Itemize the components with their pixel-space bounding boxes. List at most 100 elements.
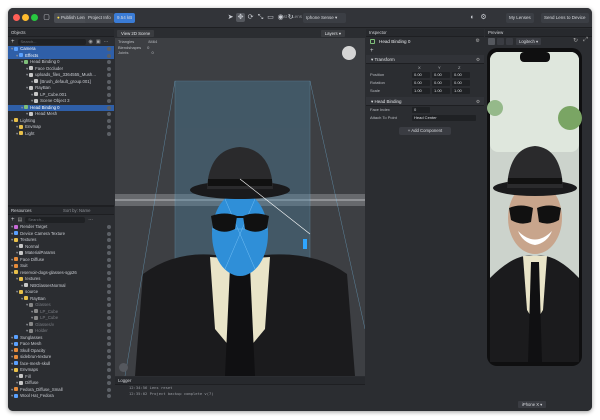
chevron-down-icon[interactable]: ▾ [11,231,13,236]
chevron-down-icon[interactable]: ▾ [26,302,28,307]
chevron-down-icon[interactable]: ▾ [26,72,28,77]
tree-item[interactable]: ▾ Light [8,131,114,138]
object-checkbox[interactable] [370,39,375,44]
position-y-field[interactable]: 0.00 [432,72,450,78]
chevron-down-icon[interactable]: ▾ [31,98,33,103]
theme-icon[interactable]: ◐ [468,13,477,22]
chevron-down-icon[interactable]: ▾ [21,59,23,64]
scale-tool-icon[interactable]: ⤡ [256,13,265,22]
visibility-icon[interactable] [107,316,111,320]
transform-section-header[interactable]: ▾ Transform ⚙ [366,55,484,64]
head-binding-menu-icon[interactable]: ⚙ [476,97,480,106]
chevron-down-icon[interactable]: ▾ [26,66,28,71]
position-x-field[interactable]: 0.00 [412,72,430,78]
chevron-down-icon[interactable]: ▾ [16,131,18,136]
visibility-icon[interactable] [107,270,111,275]
resources-search-input[interactable]: Search... [25,216,86,223]
visibility-icon[interactable] [107,335,111,340]
visibility-icon[interactable] [107,118,111,123]
chevron-down-icon[interactable]: ▾ [11,263,13,268]
add-object-icon[interactable]: + [11,39,15,45]
zoom-window-button[interactable] [31,14,38,21]
preview-camera-icon[interactable] [506,38,513,45]
chevron-down-icon[interactable]: ▾ [16,53,18,58]
scene-camera-icon[interactable] [119,363,128,372]
project-info-button[interactable]: Project Info [85,13,114,23]
visibility-icon[interactable] [107,60,111,64]
visibility-icon[interactable] [107,257,111,262]
chevron-down-icon[interactable]: ▾ [31,309,33,314]
visibility-icon[interactable] [107,361,111,366]
objects-search-input[interactable]: Search... [17,38,86,45]
visibility-icon[interactable] [107,303,111,307]
refresh-preview-icon[interactable]: ↻ [573,37,578,44]
lock-filter-icon[interactable]: ▣ [96,39,101,45]
chevron-down-icon[interactable]: ▾ [16,380,18,385]
visibility-icon[interactable] [107,296,111,301]
snapcode-icon[interactable]: ▢ [42,13,51,22]
visibility-icon[interactable] [107,66,111,71]
visibility-icon[interactable] [107,92,111,97]
chevron-down-icon[interactable]: ▾ [11,224,13,229]
resources-menu-icon[interactable]: ⋯ [88,217,93,223]
visibility-icon[interactable] [107,381,111,385]
visibility-icon[interactable] [107,387,111,392]
visibility-icon[interactable] [107,231,111,236]
chevron-down-icon[interactable]: ▾ [11,354,13,359]
visibility-icon[interactable] [107,99,111,103]
folder-icon[interactable]: ▤ [18,217,23,223]
add-icon[interactable]: + [366,47,484,55]
visibility-icon[interactable] [107,329,111,333]
chevron-down-icon[interactable]: ▾ [11,348,13,353]
visibility-icon[interactable] [107,79,111,84]
visibility-icon[interactable] [107,244,111,249]
objects-menu-icon[interactable]: ⋯ [104,39,109,45]
preview-video-icon[interactable] [497,38,504,45]
chevron-down-icon[interactable]: ▾ [21,283,23,288]
chevron-down-icon[interactable]: ▾ [11,335,13,340]
rotation-y-field[interactable]: 0.00 [432,80,450,86]
chevron-down-icon[interactable]: ▾ [26,85,28,90]
visibility-icon[interactable] [107,342,111,346]
rotate-tool-icon[interactable]: ⟳ [246,13,255,22]
chevron-down-icon[interactable]: ▾ [11,367,13,372]
head-binding-section-header[interactable]: ▾ Head Binding ⚙ [366,97,484,106]
visibility-icon[interactable] [107,73,111,77]
attach-point-select[interactable]: Head Center [412,115,476,121]
close-window-button[interactable] [13,14,20,21]
refresh-icon[interactable]: ↻ [286,13,295,22]
chevron-down-icon[interactable]: ▾ [21,296,23,301]
preview-device-dropdown[interactable]: iPhone X ▾ [518,401,547,408]
chevron-down-icon[interactable]: ▾ [16,374,18,379]
visibility-icon[interactable] [107,290,111,294]
chevron-down-icon[interactable]: ▾ [11,257,13,262]
visibility-icon[interactable] [107,309,111,314]
pointer-tool-icon[interactable]: ➤ [226,13,235,22]
chevron-down-icon[interactable]: ▾ [11,270,13,275]
minimize-window-button[interactable] [22,14,29,21]
chevron-down-icon[interactable]: ▾ [16,276,18,281]
add-component-button[interactable]: + Add Component [399,127,451,135]
position-z-field[interactable]: 0.00 [452,72,470,78]
expand-icon[interactable]: ⤢ [583,37,588,44]
add-resource-icon[interactable]: + [11,217,15,223]
move-tool-icon[interactable]: ✥ [236,13,245,22]
chevron-down-icon[interactable]: ▾ [16,289,18,294]
visibility-icon[interactable] [107,374,111,379]
rect-tool-icon[interactable]: ▭ [266,13,275,22]
visibility-icon[interactable] [107,131,111,136]
visibility-icon[interactable] [107,283,111,288]
chevron-down-icon[interactable]: ▾ [11,387,13,392]
tree-item[interactable]: ▾ Wool Hat_Fedora [8,393,114,400]
chevron-down-icon[interactable]: ▾ [11,341,13,346]
visibility-icon[interactable] [107,368,111,372]
visibility-icon[interactable] [107,251,111,255]
chevron-down-icon[interactable]: ▾ [21,105,23,110]
visibility-icon[interactable] [107,355,111,359]
layers-dropdown[interactable]: Layers ▾ [320,30,345,37]
my-lenses-button[interactable]: My Lenses [506,13,534,23]
chevron-down-icon[interactable]: ▾ [11,46,13,51]
visibility-icon[interactable] [107,322,111,327]
chevron-down-icon[interactable]: ▾ [11,393,13,398]
visibility-icon[interactable] [107,105,111,110]
